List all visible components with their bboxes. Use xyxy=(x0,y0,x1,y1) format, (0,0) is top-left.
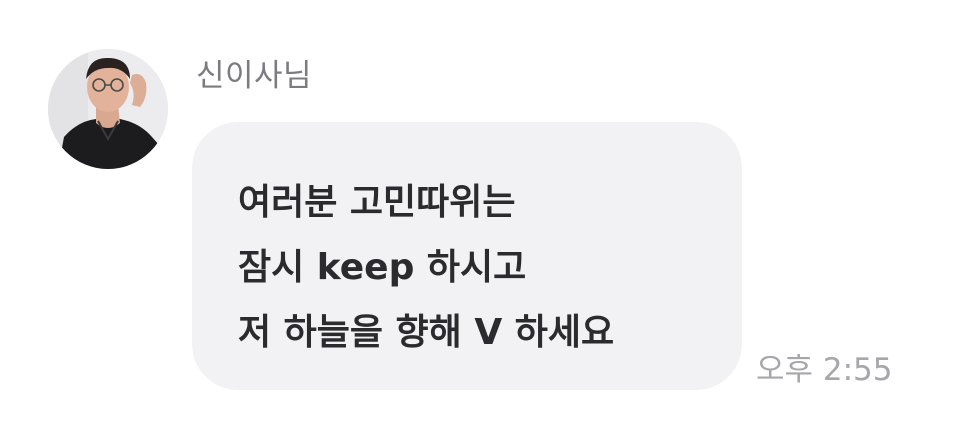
message-bubble[interactable]: 여러분 고민따위는 잠시 keep 하시고 저 하늘을 향해 V 하세요 xyxy=(192,122,742,390)
message-line: 잠시 keep 하시고 xyxy=(238,247,527,288)
sender-name: 신이사님 xyxy=(196,58,313,94)
message-line: 저 하늘을 향해 V 하세요 xyxy=(238,312,615,353)
message-line: 여러분 고민따위는 xyxy=(238,182,516,223)
chat-screen: 신이사님 여러분 고민따위는 잠시 keep 하시고 저 하늘을 향해 V 하세… xyxy=(0,0,971,447)
profile-photo-icon xyxy=(48,49,168,169)
sender-avatar[interactable] xyxy=(48,49,168,169)
message-timestamp: 오후 2:55 xyxy=(756,352,893,388)
